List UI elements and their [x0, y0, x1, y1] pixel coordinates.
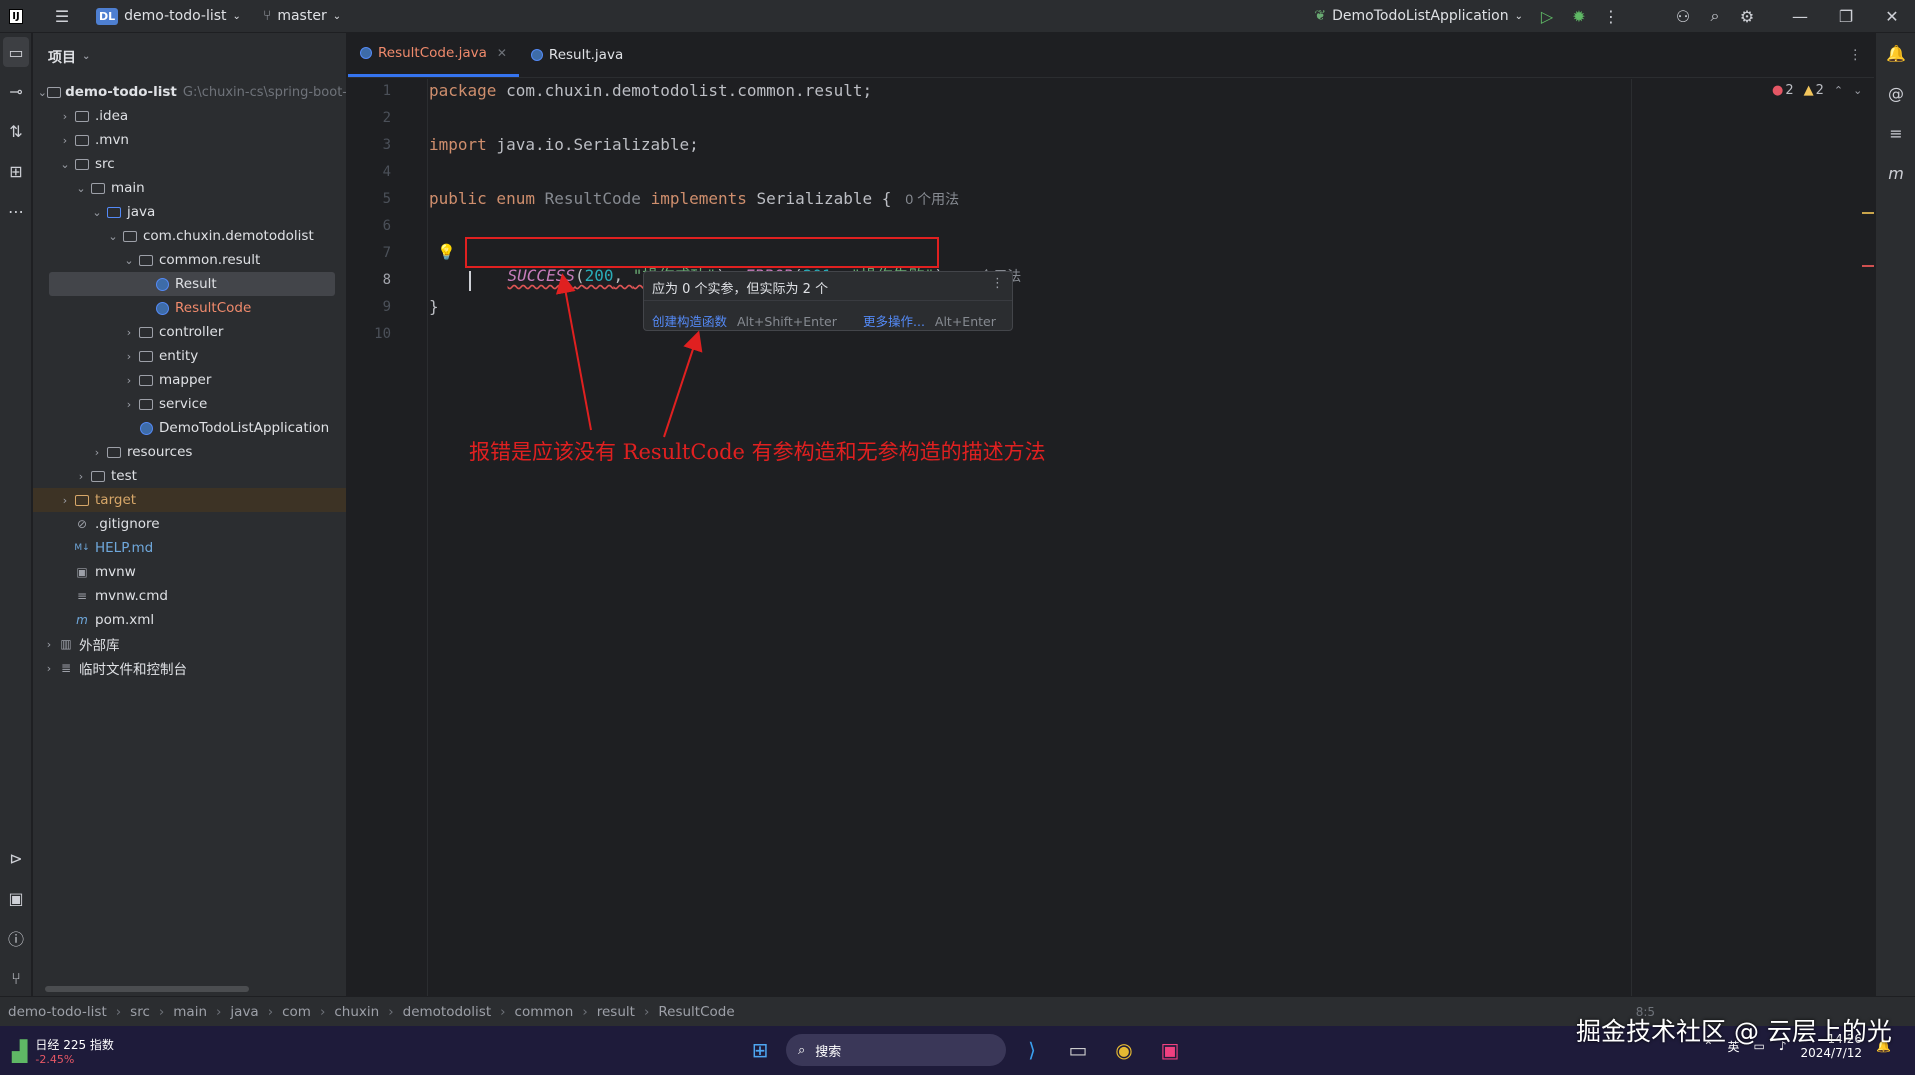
chevron-right-icon: › — [115, 1003, 122, 1020]
annotation-arrows — [555, 273, 703, 438]
vscode-icon[interactable]: ⟩ — [1012, 1030, 1052, 1070]
breadcrumb-item[interactable]: demotodolist — [403, 1004, 492, 1020]
chevron-right-icon: › — [216, 1003, 222, 1020]
warning-icon: ▲ — [1803, 83, 1814, 98]
stock-change: -2.45% — [35, 1052, 75, 1066]
database-icon[interactable]: ≡ — [1876, 113, 1915, 153]
right-tool-strip: 🔔 @ ≡ m — [1875, 33, 1915, 1036]
chrome-icon[interactable]: ◉ — [1104, 1030, 1144, 1070]
error-count: 2 — [1785, 83, 1794, 98]
breadcrumb-item[interactable]: com — [282, 1004, 311, 1020]
breadcrumb-item[interactable]: chuxin — [334, 1004, 379, 1020]
chevron-right-icon: › — [319, 1003, 326, 1020]
inspection-widget[interactable]: ● 2 ▲ 2 ⌃ ⌄ — [1772, 83, 1862, 98]
breadcrumb-item[interactable]: result — [597, 1004, 635, 1020]
intellij-icon[interactable]: ▣ — [1150, 1030, 1190, 1070]
maven-icon[interactable]: m — [1876, 153, 1915, 193]
chevron-up-icon[interactable]: ⌃ — [1834, 84, 1843, 97]
ai-assistant-icon[interactable]: @ — [1876, 73, 1915, 113]
chevron-down-icon[interactable]: ⌄ — [1853, 84, 1862, 97]
taskbar-search[interactable]: ⌕ 搜索 — [786, 1034, 1006, 1066]
chevron-right-icon: › — [643, 1003, 650, 1020]
watermark-text: 掘金技术社区 @ 云层上的光 — [1576, 1017, 1892, 1046]
taskbar-search-label: 搜索 — [815, 1044, 842, 1060]
annotation-text: 报错是应该没有 ResultCode 有参构造和无参构造的描述方法 — [469, 440, 1046, 464]
clock-date[interactable]: 2024/7/12 — [1801, 1046, 1863, 1060]
chart-icon: ▟ — [12, 1038, 28, 1063]
chevron-right-icon: › — [500, 1003, 506, 1020]
stock-widget[interactable]: ▟ 日经 225 指数 -2.45% — [12, 1036, 114, 1066]
breadcrumb-item[interactable]: main — [173, 1004, 207, 1020]
breadcrumb: demo-todo-list › src › main › java › com › chuxin ›… — [8, 1004, 735, 1020]
breadcrumb-item[interactable]: java — [230, 1004, 258, 1020]
breadcrumb-item[interactable]: src — [130, 1004, 150, 1020]
chevron-right-icon: › — [158, 1003, 165, 1020]
warning-count: 2 — [1815, 83, 1824, 98]
breadcrumb-item[interactable]: demo-todo-list — [8, 1004, 107, 1020]
chevron-right-icon: › — [267, 1003, 274, 1020]
error-stripe — [1862, 265, 1874, 267]
windows-start-icon[interactable]: ⊞ — [740, 1030, 780, 1070]
search-icon: ⌕ — [798, 1042, 806, 1058]
chevron-right-icon: › — [388, 1003, 394, 1020]
error-icon: ● — [1772, 83, 1784, 98]
breadcrumb-item[interactable]: common — [515, 1004, 574, 1020]
notifications-icon[interactable]: 🔔 — [1876, 33, 1915, 73]
terminal-app-icon[interactable]: ▭ — [1058, 1030, 1098, 1070]
editor-scroll-area: ● 2 ▲ 2 ⌃ ⌄ — [1631, 79, 1875, 996]
stock-name: 日经 225 指数 — [35, 1037, 114, 1052]
warning-stripe — [1862, 212, 1874, 214]
chevron-right-icon: › — [582, 1003, 588, 1020]
breadcrumb-item[interactable]: ResultCode — [658, 1004, 734, 1020]
